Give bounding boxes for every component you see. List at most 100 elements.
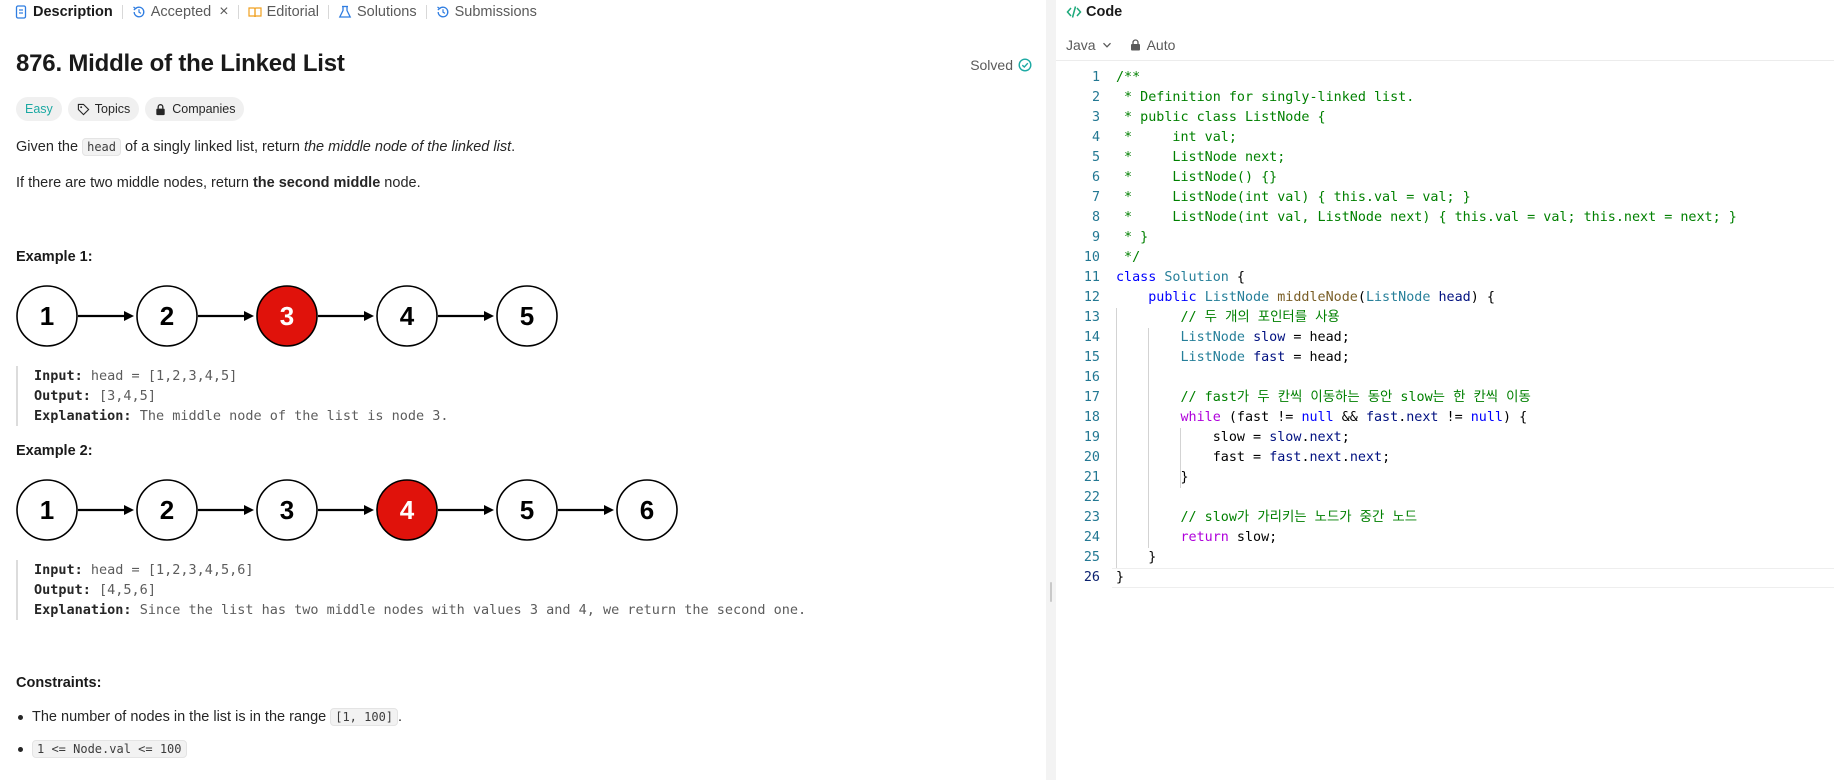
tab-accepted[interactable]: Accepted × — [132, 0, 229, 24]
code-panel: Code Java Auto 1 /** 2 * Definition for si… — [1056, 0, 1834, 780]
code-token: ) { — [1503, 410, 1528, 425]
line-number: 23 — [1083, 510, 1100, 525]
line-number: 4 — [1091, 130, 1100, 145]
list-node-label: 5 — [520, 301, 534, 331]
code-token: fast — [1365, 410, 1399, 425]
auto-mode-indicator[interactable]: Auto — [1130, 37, 1175, 53]
code-text: // fast가 두 칸씩 이동하는 동안 slow는 한 칸씩 이동 — [1116, 388, 1531, 408]
inline-code: [1, 100] — [330, 708, 399, 726]
code-line[interactable]: 11 class Solution { — [1056, 268, 1834, 288]
code-token: ; — [1382, 450, 1391, 465]
example-1-block: Input: head = [1,2,3,4,5] Output: [3,4,5… — [16, 366, 449, 426]
code-token: /** — [1116, 70, 1141, 85]
topics-label: Topics — [94, 102, 131, 116]
language-select[interactable]: Java — [1066, 37, 1112, 53]
close-icon[interactable]: × — [219, 4, 228, 20]
code-line[interactable]: 22 — [1056, 488, 1834, 508]
line-number: 2 — [1091, 90, 1100, 105]
constraint-text: . — [398, 709, 403, 725]
code-token: } — [1116, 470, 1189, 485]
tab-submissions[interactable]: Submissions — [436, 0, 537, 24]
code-line[interactable]: 5 * ListNode next; — [1056, 148, 1834, 168]
chevron-down-icon — [1102, 42, 1111, 48]
line-number: 9 — [1091, 230, 1100, 245]
tab-divider — [425, 5, 427, 19]
explanation-value: Since the list has two middle nodes with… — [139, 602, 807, 618]
example-2-block: Input: head = [1,2,3,4,5,6] Output: [4,5… — [16, 560, 806, 620]
code-line[interactable]: 7 * ListNode(int val) { this.val = val; … — [1056, 188, 1834, 208]
code-line[interactable]: 26} — [1056, 568, 1834, 588]
code-token: fast — [1253, 350, 1286, 365]
line-number: 20 — [1083, 450, 1100, 465]
solved-label: Solved — [970, 57, 1013, 73]
line-number: 19 — [1083, 430, 1100, 445]
code-editor[interactable]: 1 /** 2 * Definition for singly-linked lis… — [1056, 68, 1834, 588]
line-number: 3 — [1091, 110, 1100, 125]
code-line[interactable]: 18 while (fast != null && fast.next != n… — [1056, 408, 1834, 428]
code-token: null — [1301, 410, 1334, 425]
tab-divider — [237, 5, 239, 19]
code-line[interactable]: 10 */ — [1056, 248, 1834, 268]
code-line[interactable]: 8 * ListNode(int val, ListNode next) { t… — [1056, 208, 1834, 228]
tab-accepted-label: Accepted — [150, 4, 212, 20]
code-text: */ — [1116, 248, 1140, 268]
panel-resize-handle[interactable] — [1046, 0, 1056, 780]
line-number: 17 — [1083, 390, 1100, 405]
code-text: /** — [1116, 68, 1140, 88]
code-line[interactable]: 14 ListNode slow = head; — [1056, 328, 1834, 348]
code-line[interactable]: 15 ListNode fast = head; — [1056, 348, 1834, 368]
code-line[interactable]: 19 slow = slow.next; — [1056, 428, 1834, 448]
description-text: Given the — [16, 139, 83, 155]
code-token: ListNode — [1365, 290, 1431, 305]
list-node-label: 1 — [40, 495, 54, 525]
tab-editorial[interactable]: Editorial — [247, 0, 319, 24]
code-text: ListNode slow = head; — [1116, 328, 1350, 348]
line-number: 5 — [1091, 150, 1100, 165]
constraint-item: 1 <= Node.val <= 100 — [16, 738, 402, 760]
code-line[interactable]: 20 fast = fast.next.next; — [1056, 448, 1834, 468]
code-line[interactable]: 1 /** — [1056, 68, 1834, 88]
resize-grip[interactable] — [1050, 582, 1052, 602]
code-token: // fast가 두 칸씩 이동하는 동안 slow는 한 칸씩 이동 — [1180, 390, 1531, 405]
code-line[interactable]: 24 return slow; — [1056, 528, 1834, 548]
code-text: while (fast != null && fast.next != null… — [1116, 408, 1528, 428]
code-line[interactable]: 9 * } — [1056, 228, 1834, 248]
code-line[interactable]: 12 public ListNode middleNode(ListNode h… — [1056, 288, 1834, 308]
code-line[interactable]: 17 // fast가 두 칸씩 이동하는 동안 slow는 한 칸씩 이동 — [1056, 388, 1834, 408]
code-line[interactable]: 23 // slow가 가리키는 노드가 중간 노드 — [1056, 508, 1834, 528]
topics-button[interactable]: Topics — [67, 97, 140, 121]
list-node-label: 2 — [160, 301, 174, 331]
line-number: 1 — [1091, 70, 1100, 85]
code-token: slow — [1253, 330, 1286, 345]
code-line[interactable]: 21 } — [1056, 468, 1834, 488]
code-text: * int val; — [1116, 128, 1237, 148]
tab-description[interactable]: Description — [14, 0, 113, 24]
code-token: fast = — [1116, 450, 1270, 465]
code-line[interactable]: 4 * int val; — [1056, 128, 1834, 148]
node-arrow-head — [124, 505, 134, 515]
code-line[interactable]: 6 * ListNode() {} — [1056, 168, 1834, 188]
code-text: fast = fast.next.next; — [1116, 448, 1390, 468]
code-token: . — [1301, 430, 1310, 445]
code-token: { — [1228, 270, 1245, 285]
line-number: 16 — [1083, 370, 1100, 385]
code-token: * int val; — [1116, 130, 1237, 145]
tab-solutions[interactable]: Solutions — [338, 0, 417, 24]
example-input-row: Input: head = [1,2,3,4,5,6] — [34, 560, 806, 580]
companies-button[interactable]: Companies — [145, 97, 245, 121]
description-text: If there are two middle nodes, return — [16, 175, 253, 191]
code-line[interactable]: 16 — [1056, 368, 1834, 388]
code-panel-header: Code — [1066, 0, 1122, 24]
code-token: next — [1309, 430, 1342, 445]
code-line[interactable]: 2 * Definition for singly-linked list. — [1056, 88, 1834, 108]
code-token: middleNode — [1277, 290, 1358, 305]
description-panel: Description Accepted × Editorial Solutio… — [0, 0, 1046, 780]
input-value: head = [1,2,3,4,5] — [90, 368, 238, 384]
code-line[interactable]: 25 } — [1056, 548, 1834, 568]
code-text: } — [1116, 468, 1189, 488]
code-line[interactable]: 3 * public class ListNode { — [1056, 108, 1834, 128]
code-line[interactable]: 13 // 두 개의 포인터를 사용 — [1056, 308, 1834, 328]
